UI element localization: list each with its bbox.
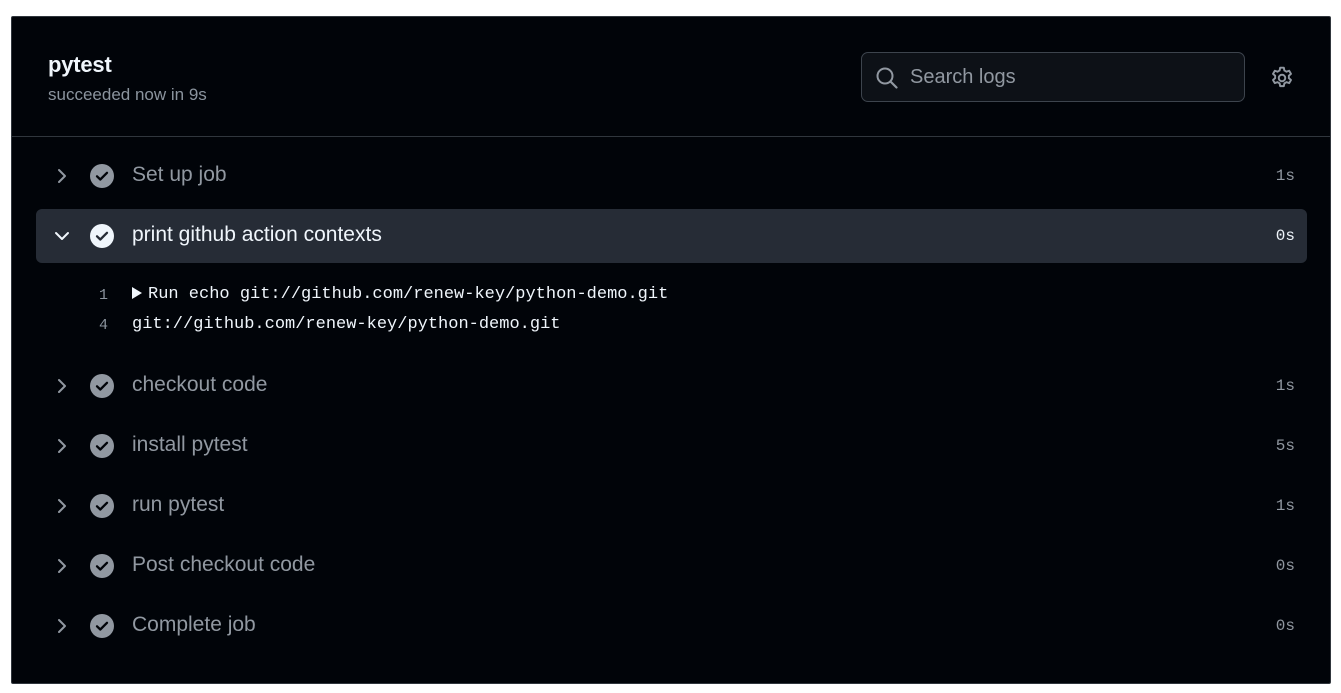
chevron-right-icon <box>58 559 66 573</box>
step-duration: 1s <box>1275 167 1295 185</box>
log-line-text: git://github.com/renew-key/python-demo.g… <box>132 315 561 334</box>
step-row-expanded[interactable]: print github action contexts 0s <box>36 209 1307 263</box>
step-name: checkout code <box>132 373 268 396</box>
chevron-right-icon <box>58 439 66 453</box>
job-header: pytest succeeded now in 9s <box>12 17 1330 137</box>
chevron-right-icon <box>58 619 66 633</box>
step-duration: 5s <box>1275 437 1295 455</box>
step-duration: 0s <box>1275 557 1295 575</box>
step-row[interactable]: Post checkout code 0s <box>36 539 1307 593</box>
step-row[interactable]: checkout code 1s <box>36 359 1307 413</box>
step-row[interactable]: install pytest 5s <box>36 419 1307 473</box>
chevron-right-icon <box>58 499 66 513</box>
log-line-text: Run echo git://github.com/renew-key/pyth… <box>148 285 669 304</box>
check-circle-icon <box>90 494 114 518</box>
job-log-panel: pytest succeeded now in 9s Set up job 1s <box>11 16 1331 684</box>
log-line: 4 git://github.com/renew-key/python-demo… <box>12 313 1330 341</box>
step-name: print github action contexts <box>132 223 382 246</box>
step-row[interactable]: Set up job 1s <box>36 149 1307 203</box>
job-status: succeeded now in 9s <box>48 85 207 104</box>
log-line-number[interactable]: 1 <box>72 287 108 304</box>
step-duration: 1s <box>1275 377 1295 395</box>
step-duration: 0s <box>1275 617 1295 635</box>
check-circle-icon <box>90 434 114 458</box>
check-circle-icon <box>90 224 114 248</box>
step-duration: 0s <box>1275 227 1295 245</box>
step-name: Set up job <box>132 163 227 186</box>
expand-triangle-icon[interactable] <box>132 287 142 299</box>
search-box[interactable] <box>861 52 1245 102</box>
check-circle-icon <box>90 554 114 578</box>
step-name: Post checkout code <box>132 553 316 576</box>
log-line[interactable]: 1 Run echo git://github.com/renew-key/py… <box>12 283 1330 311</box>
step-duration: 1s <box>1275 497 1295 515</box>
search-icon <box>876 67 898 89</box>
step-name: Complete job <box>132 613 256 636</box>
search-input[interactable] <box>910 61 1230 93</box>
step-name: install pytest <box>132 433 248 456</box>
check-circle-icon <box>90 614 114 638</box>
check-circle-icon <box>90 374 114 398</box>
chevron-right-icon <box>58 169 66 183</box>
step-row[interactable]: Complete job 0s <box>36 599 1307 653</box>
step-name: run pytest <box>132 493 225 516</box>
job-title: pytest <box>48 52 112 77</box>
log-line-number[interactable]: 4 <box>72 317 108 334</box>
chevron-down-icon <box>55 232 69 240</box>
gear-icon <box>1272 66 1292 88</box>
settings-button[interactable] <box>1268 64 1296 92</box>
step-row[interactable]: run pytest 1s <box>36 479 1307 533</box>
check-circle-icon <box>90 164 114 188</box>
chevron-right-icon <box>58 379 66 393</box>
